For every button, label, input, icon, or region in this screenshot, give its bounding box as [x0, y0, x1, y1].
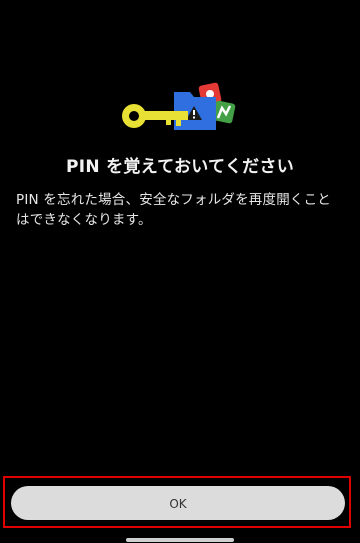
- dialog-title: PIN を覚えておいてください: [65, 157, 295, 177]
- secure-folder-pin-reminder-screen: PIN を覚えておいてください PIN を忘れた場合、安全なフォルダを再度開くこ…: [0, 0, 360, 543]
- home-indicator: [126, 538, 234, 542]
- dialog-message: PIN を忘れた場合、安全なフォルダを再度開くことはできなくなります。: [16, 192, 332, 228]
- secure-folder-illustration: [118, 78, 242, 138]
- ok-button[interactable]: OK: [11, 486, 345, 520]
